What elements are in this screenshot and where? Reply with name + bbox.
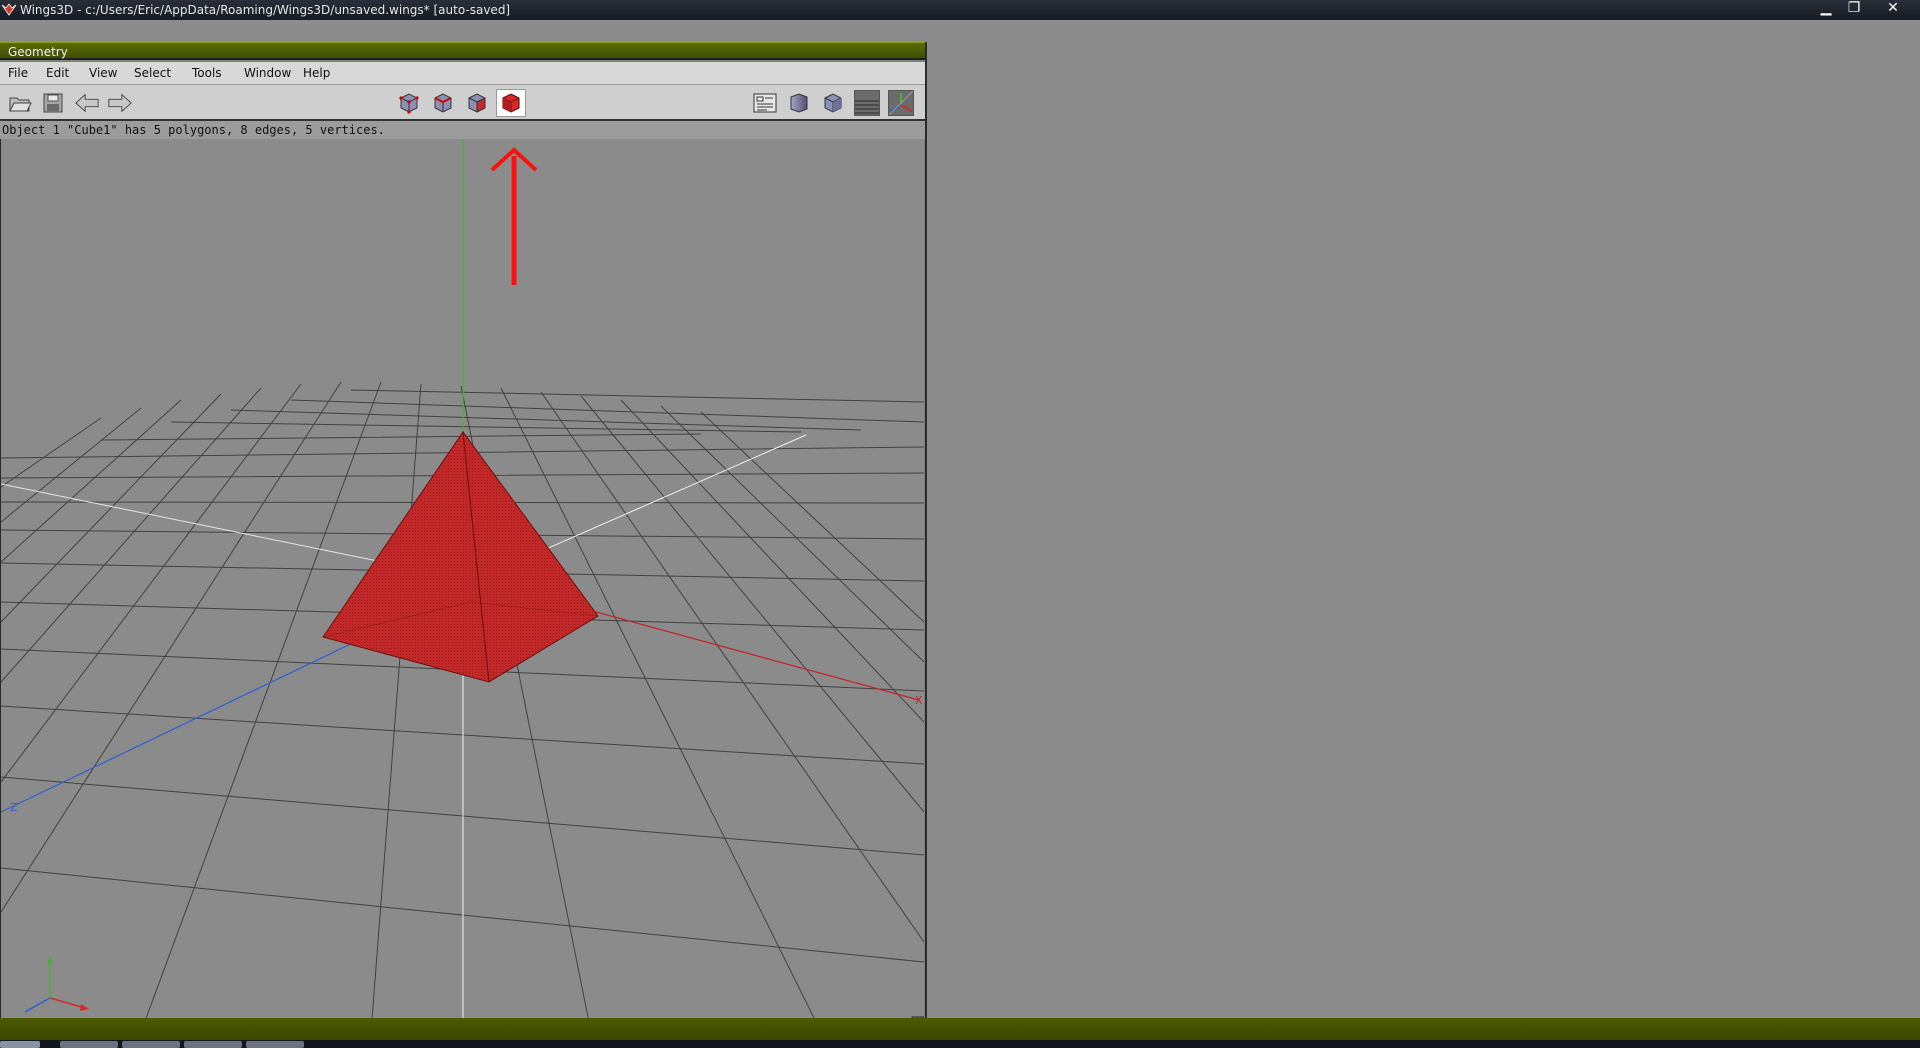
restore-button[interactable]: ❐ — [1841, 0, 1867, 18]
menu-bar: File Edit View Select Tools Window Help — [0, 62, 925, 85]
vertex-mode-icon[interactable] — [396, 90, 422, 116]
edge-mode-icon[interactable] — [430, 90, 456, 116]
axis-gizmo — [24, 956, 89, 1013]
info-line: Object 1 "Cube1" has 5 polygons, 8 edges… — [0, 121, 925, 139]
taskbar-item[interactable] — [122, 1041, 180, 1048]
smooth-shaded-icon[interactable] — [786, 90, 812, 116]
geometry-window: Geometry File Edit View Select Tools Win… — [0, 42, 927, 1033]
viewport-scene: X Z — [0, 139, 925, 1033]
menu-view[interactable]: View — [87, 62, 119, 84]
annotation-arrow — [490, 147, 538, 285]
redo-arrow-icon[interactable] — [107, 90, 133, 116]
menu-window[interactable]: Window — [242, 62, 293, 84]
body-mode-icon[interactable] — [496, 89, 526, 117]
os-title-bar: Wings3D - c:/Users/Eric/AppData/Roaming/… — [0, 0, 1920, 20]
axes-icon[interactable] — [888, 90, 914, 116]
axis-x-label: X — [915, 694, 923, 707]
pyramid-object[interactable] — [322, 430, 599, 683]
minimize-button[interactable]: ▁ — [1813, 0, 1839, 18]
status-strip — [0, 1018, 1920, 1040]
toolbar — [0, 85, 925, 121]
start-button[interactable] — [0, 1041, 40, 1048]
save-icon[interactable] — [40, 90, 66, 116]
geometry-window-titlebar[interactable]: Geometry — [0, 42, 925, 60]
taskbar-item[interactable] — [184, 1041, 242, 1048]
workspace: Geometry File Edit View Select Tools Win… — [0, 20, 1920, 1033]
taskbar-item[interactable] — [246, 1041, 304, 1048]
os-taskbar — [0, 1040, 1920, 1048]
menu-file[interactable]: File — [6, 62, 30, 84]
face-mode-icon[interactable] — [464, 90, 490, 116]
open-icon[interactable] — [7, 90, 33, 116]
info-panel-icon[interactable] — [752, 90, 778, 116]
flat-cube-icon[interactable] — [820, 90, 846, 116]
undo-arrow-icon[interactable] — [74, 90, 100, 116]
window-title: Wings3D - c:/Users/Eric/AppData/Roaming/… — [20, 3, 511, 17]
groundplane-icon[interactable] — [854, 90, 880, 116]
taskbar-item[interactable] — [60, 1041, 118, 1048]
close-button[interactable]: ✕ — [1880, 0, 1906, 18]
menu-help[interactable]: Help — [301, 62, 332, 84]
axis-z-label: Z — [10, 801, 18, 814]
menu-edit[interactable]: Edit — [44, 62, 71, 84]
wings3d-app-icon[interactable] — [1, 2, 17, 18]
3d-viewport[interactable]: X Z — [0, 139, 925, 1033]
menu-tools[interactable]: Tools — [190, 62, 224, 84]
menu-select[interactable]: Select — [132, 62, 173, 84]
